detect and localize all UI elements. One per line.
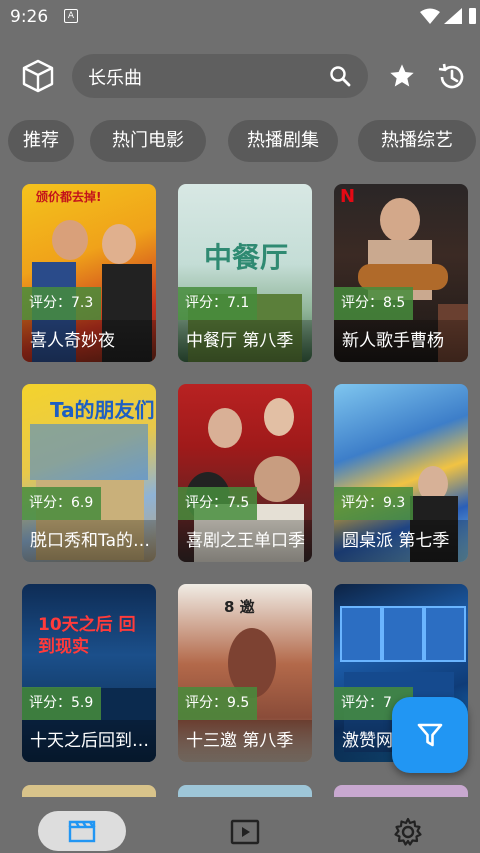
rating-badge: 评分：8.5 xyxy=(334,287,413,320)
tab-hot-series[interactable]: 热播剧集 xyxy=(228,120,338,162)
media-card-peek[interactable] xyxy=(178,785,312,797)
media-card-peek[interactable] xyxy=(334,785,468,797)
media-card[interactable]: 8 邀 评分：9.5 十三邀 第八季 xyxy=(178,584,312,762)
media-card[interactable]: 中餐厅 评分：7.1 中餐厅 第八季 xyxy=(178,184,312,362)
poster-text: 8 邀 xyxy=(224,598,255,616)
card-title: 十天之后回到现实 xyxy=(22,720,156,762)
card-title: 喜剧之王单口季 xyxy=(178,520,312,562)
filter-button[interactable] xyxy=(392,697,468,773)
history-icon[interactable] xyxy=(436,62,466,92)
tab-hot-movies[interactable]: 热门电影 xyxy=(90,120,206,162)
rating-badge: 评分：5.9 xyxy=(22,687,101,720)
search-icon[interactable] xyxy=(328,64,352,88)
wifi-icon xyxy=(420,8,440,24)
poster-text: 中餐厅 xyxy=(204,241,289,274)
status-time: 9:26 xyxy=(10,7,49,27)
play-square-icon[interactable] xyxy=(230,819,260,845)
rating-badge: 评分：7.1 xyxy=(178,287,257,320)
rating-badge: 评分：7.5 xyxy=(178,487,257,520)
gear-icon[interactable] xyxy=(393,817,423,847)
battery-icon xyxy=(469,8,476,24)
netflix-logo: N xyxy=(340,186,356,207)
media-card[interactable]: 评分：9.3 圆桌派 第七季 xyxy=(334,384,468,562)
card-title: 十三邀 第八季 xyxy=(178,720,312,762)
poster-text: 颁价都去掉! xyxy=(36,190,102,204)
notification-indicator-icon: A xyxy=(64,9,78,23)
media-card-peek[interactable] xyxy=(22,785,156,797)
search-bar[interactable]: 长乐曲 xyxy=(72,54,368,98)
card-title: 中餐厅 第八季 xyxy=(178,320,312,362)
nav-item-movies[interactable] xyxy=(38,811,126,851)
bottom-navigation xyxy=(0,797,480,853)
clapperboard-icon xyxy=(68,820,96,843)
media-card[interactable]: 评分：7.5 喜剧之王单口季 xyxy=(178,384,312,562)
filter-icon xyxy=(417,723,443,747)
card-title: 新人歌手曹杨 xyxy=(334,320,468,362)
media-card[interactable]: 10天之后 回到现实 评分：5.9 十天之后回到现实 xyxy=(22,584,156,762)
tab-hot-variety[interactable]: 热播综艺 xyxy=(358,120,476,162)
media-card[interactable]: Ta的朋友们 评分：6.9 脱口秀和Ta的朋友们 xyxy=(22,384,156,562)
cube-icon[interactable] xyxy=(20,58,56,94)
status-bar: 9:26 A xyxy=(0,0,480,36)
category-tabs: 推荐 热门电影 热播剧集 热播综艺 xyxy=(0,120,480,162)
poster-text: Ta的朋友们 xyxy=(50,398,155,422)
poster-text: 10天之后 回到现实 xyxy=(38,615,136,657)
rating-badge: 评分：9.3 xyxy=(334,487,413,520)
top-bar: 长乐曲 xyxy=(0,54,480,98)
rating-badge: 评分：7.3 xyxy=(22,287,101,320)
signal-icon xyxy=(444,8,462,24)
rating-badge: 评分：6.9 xyxy=(22,487,101,520)
rating-badge: 评分：9.5 xyxy=(178,687,257,720)
star-icon[interactable] xyxy=(388,62,416,90)
search-input[interactable]: 长乐曲 xyxy=(88,64,142,90)
media-card[interactable]: 颁价都去掉! 评分：7.3 喜人奇妙夜 xyxy=(22,184,156,362)
card-title: 脱口秀和Ta的朋友们 xyxy=(22,520,156,562)
media-card[interactable]: N 评分：8.5 新人歌手曹杨 xyxy=(334,184,468,362)
tab-recommended[interactable]: 推荐 xyxy=(8,120,74,162)
card-title: 圆桌派 第七季 xyxy=(334,520,468,562)
card-title: 喜人奇妙夜 xyxy=(22,320,156,362)
